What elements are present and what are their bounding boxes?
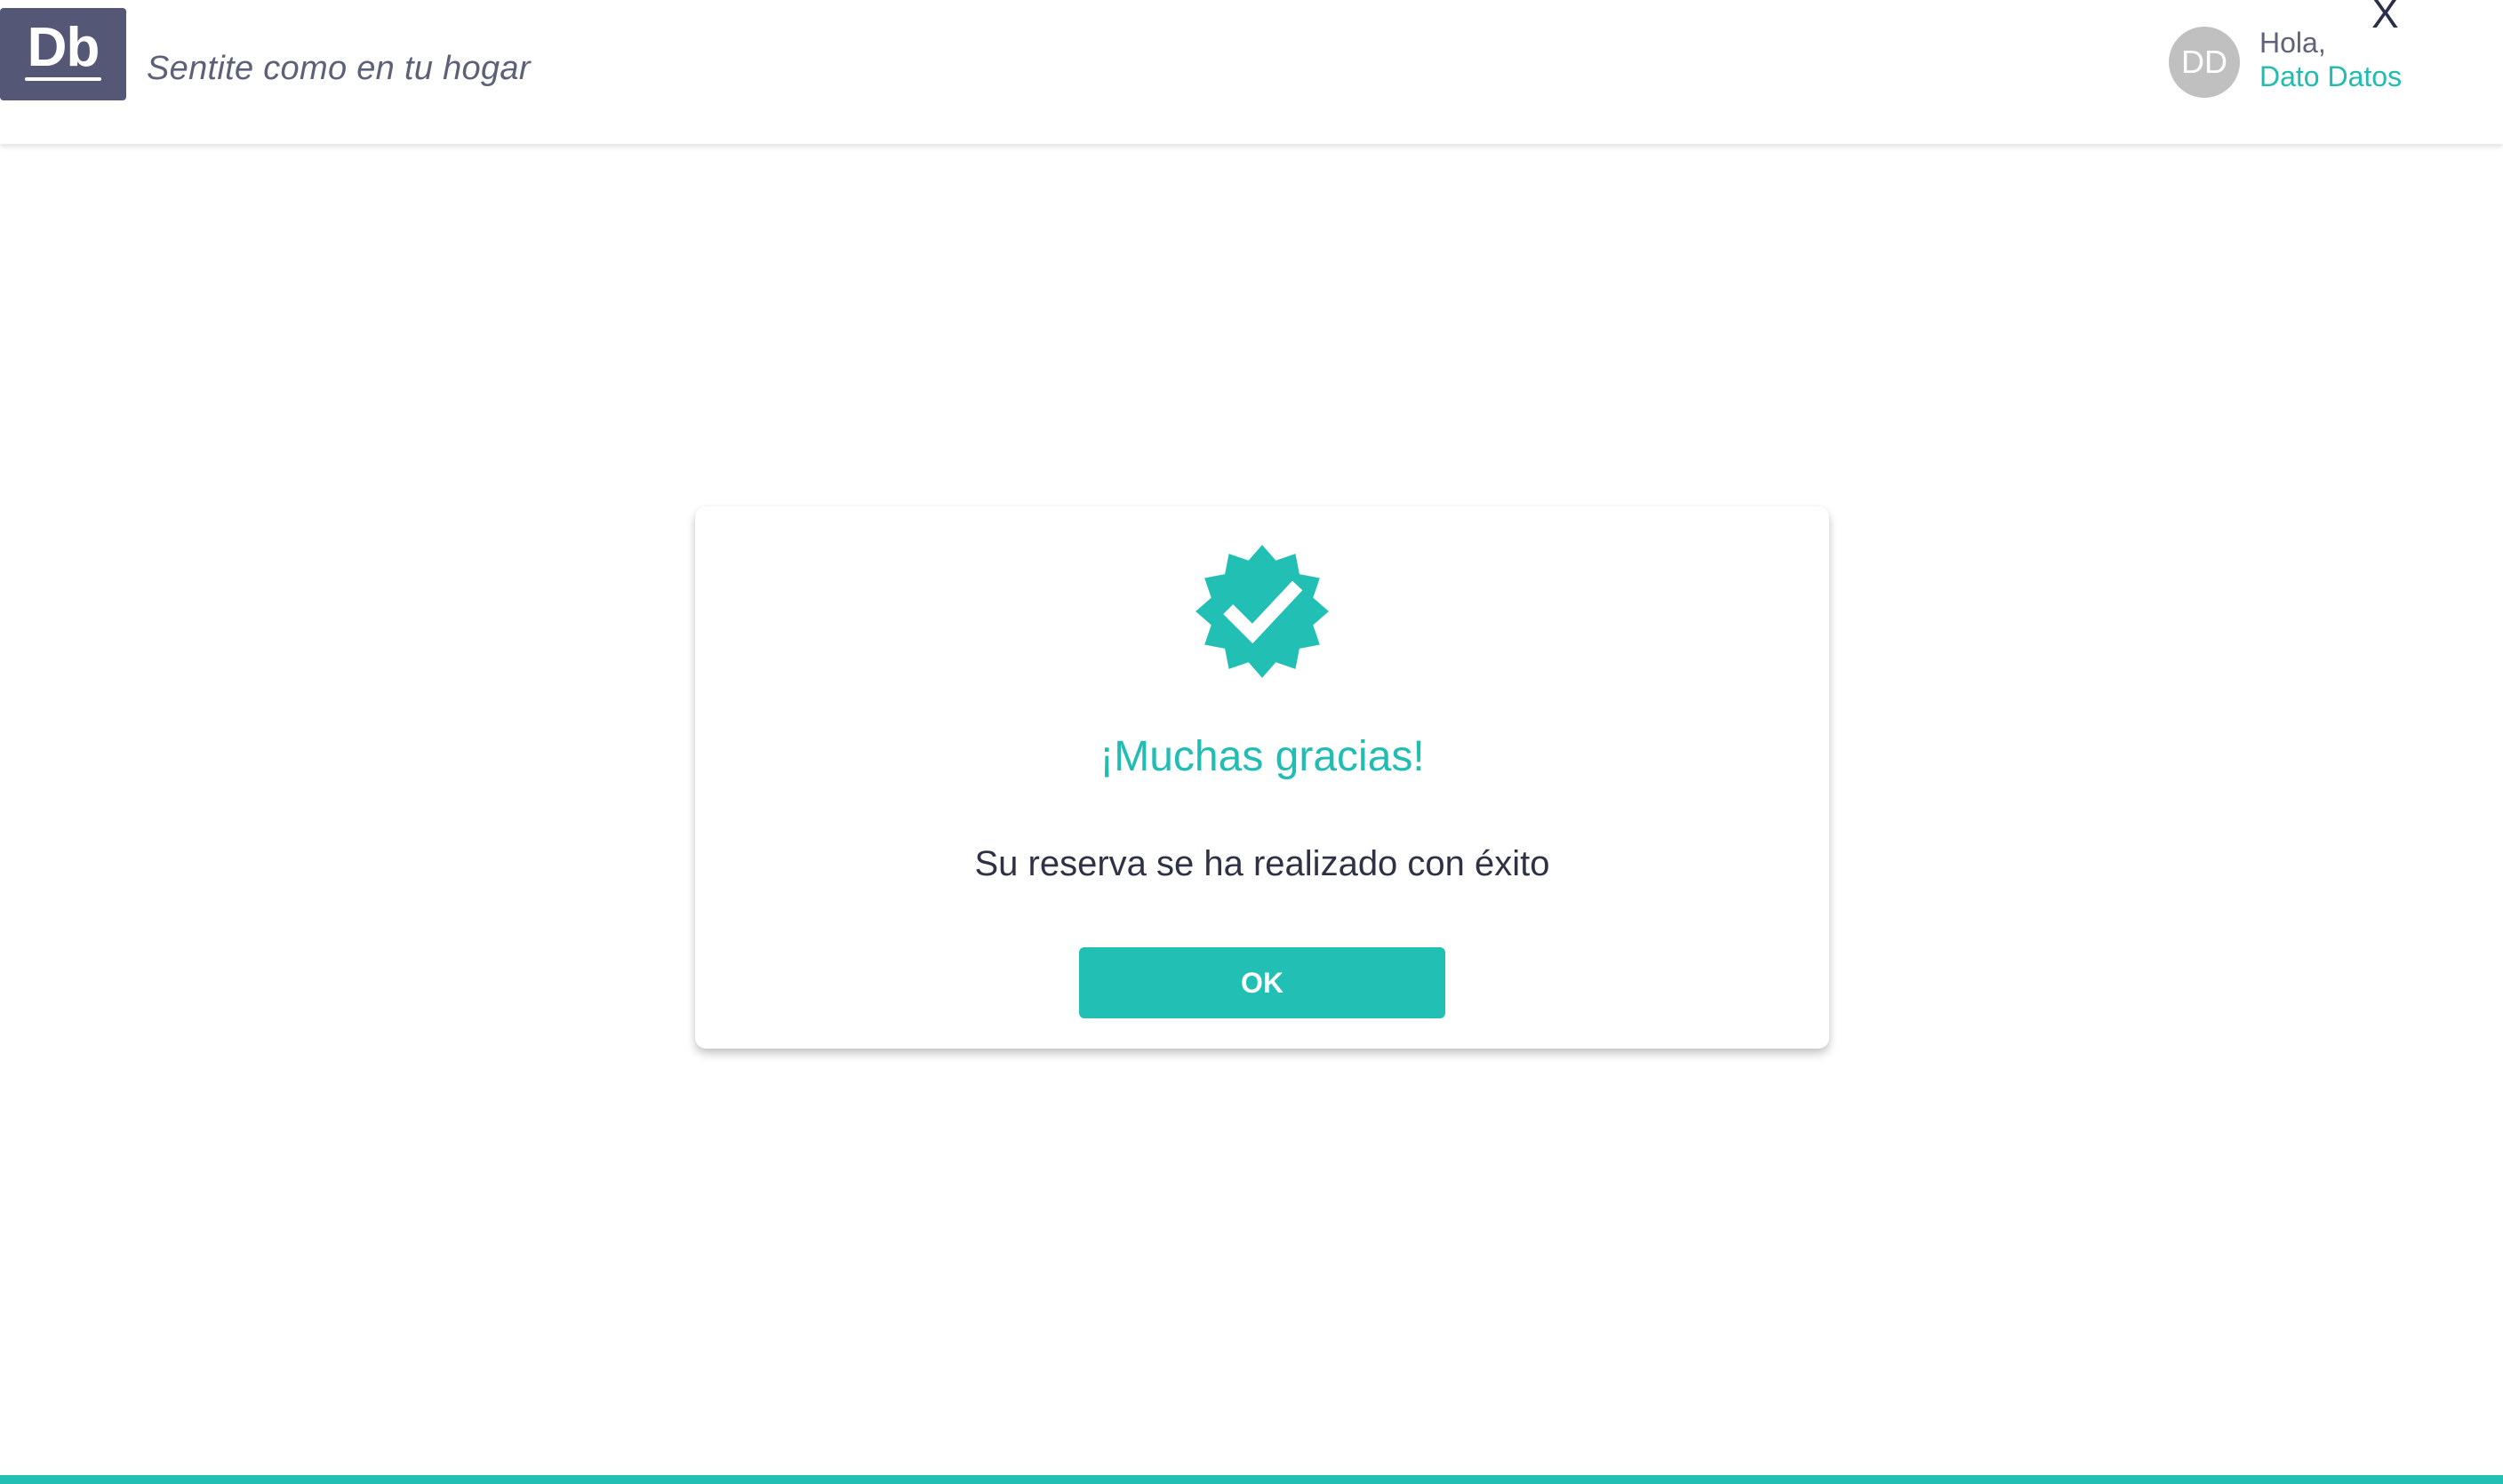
close-button[interactable]: X [2371, 0, 2399, 34]
greeting: Hola, [2259, 27, 2326, 59]
avatar-initials: DD [2181, 44, 2227, 80]
success-dialog: ¡Muchas gracias! Su reserva se ha realiz… [695, 507, 1829, 1049]
username-link[interactable]: Dato Datos [2259, 60, 2402, 93]
logo-underline [25, 77, 101, 81]
dialog-title: ¡Muchas gracias! [1100, 733, 1425, 780]
dialog-message: Su reserva se ha realizado con éxito [974, 844, 1550, 883]
logo[interactable]: Db [0, 8, 126, 100]
ok-button[interactable]: OK [1079, 947, 1445, 1018]
logo-text: Db [27, 17, 100, 78]
header: Db Sentite como en tu hogar DD Hola, Dat… [0, 0, 2503, 144]
verified-badge-check-icon [1196, 545, 1329, 678]
slogan: Sentite como en tu hogar [147, 50, 531, 87]
avatar[interactable]: DD [2169, 27, 2240, 98]
badge-star-shape [1196, 545, 1329, 678]
bottom-accent-bar [0, 1475, 2503, 1484]
